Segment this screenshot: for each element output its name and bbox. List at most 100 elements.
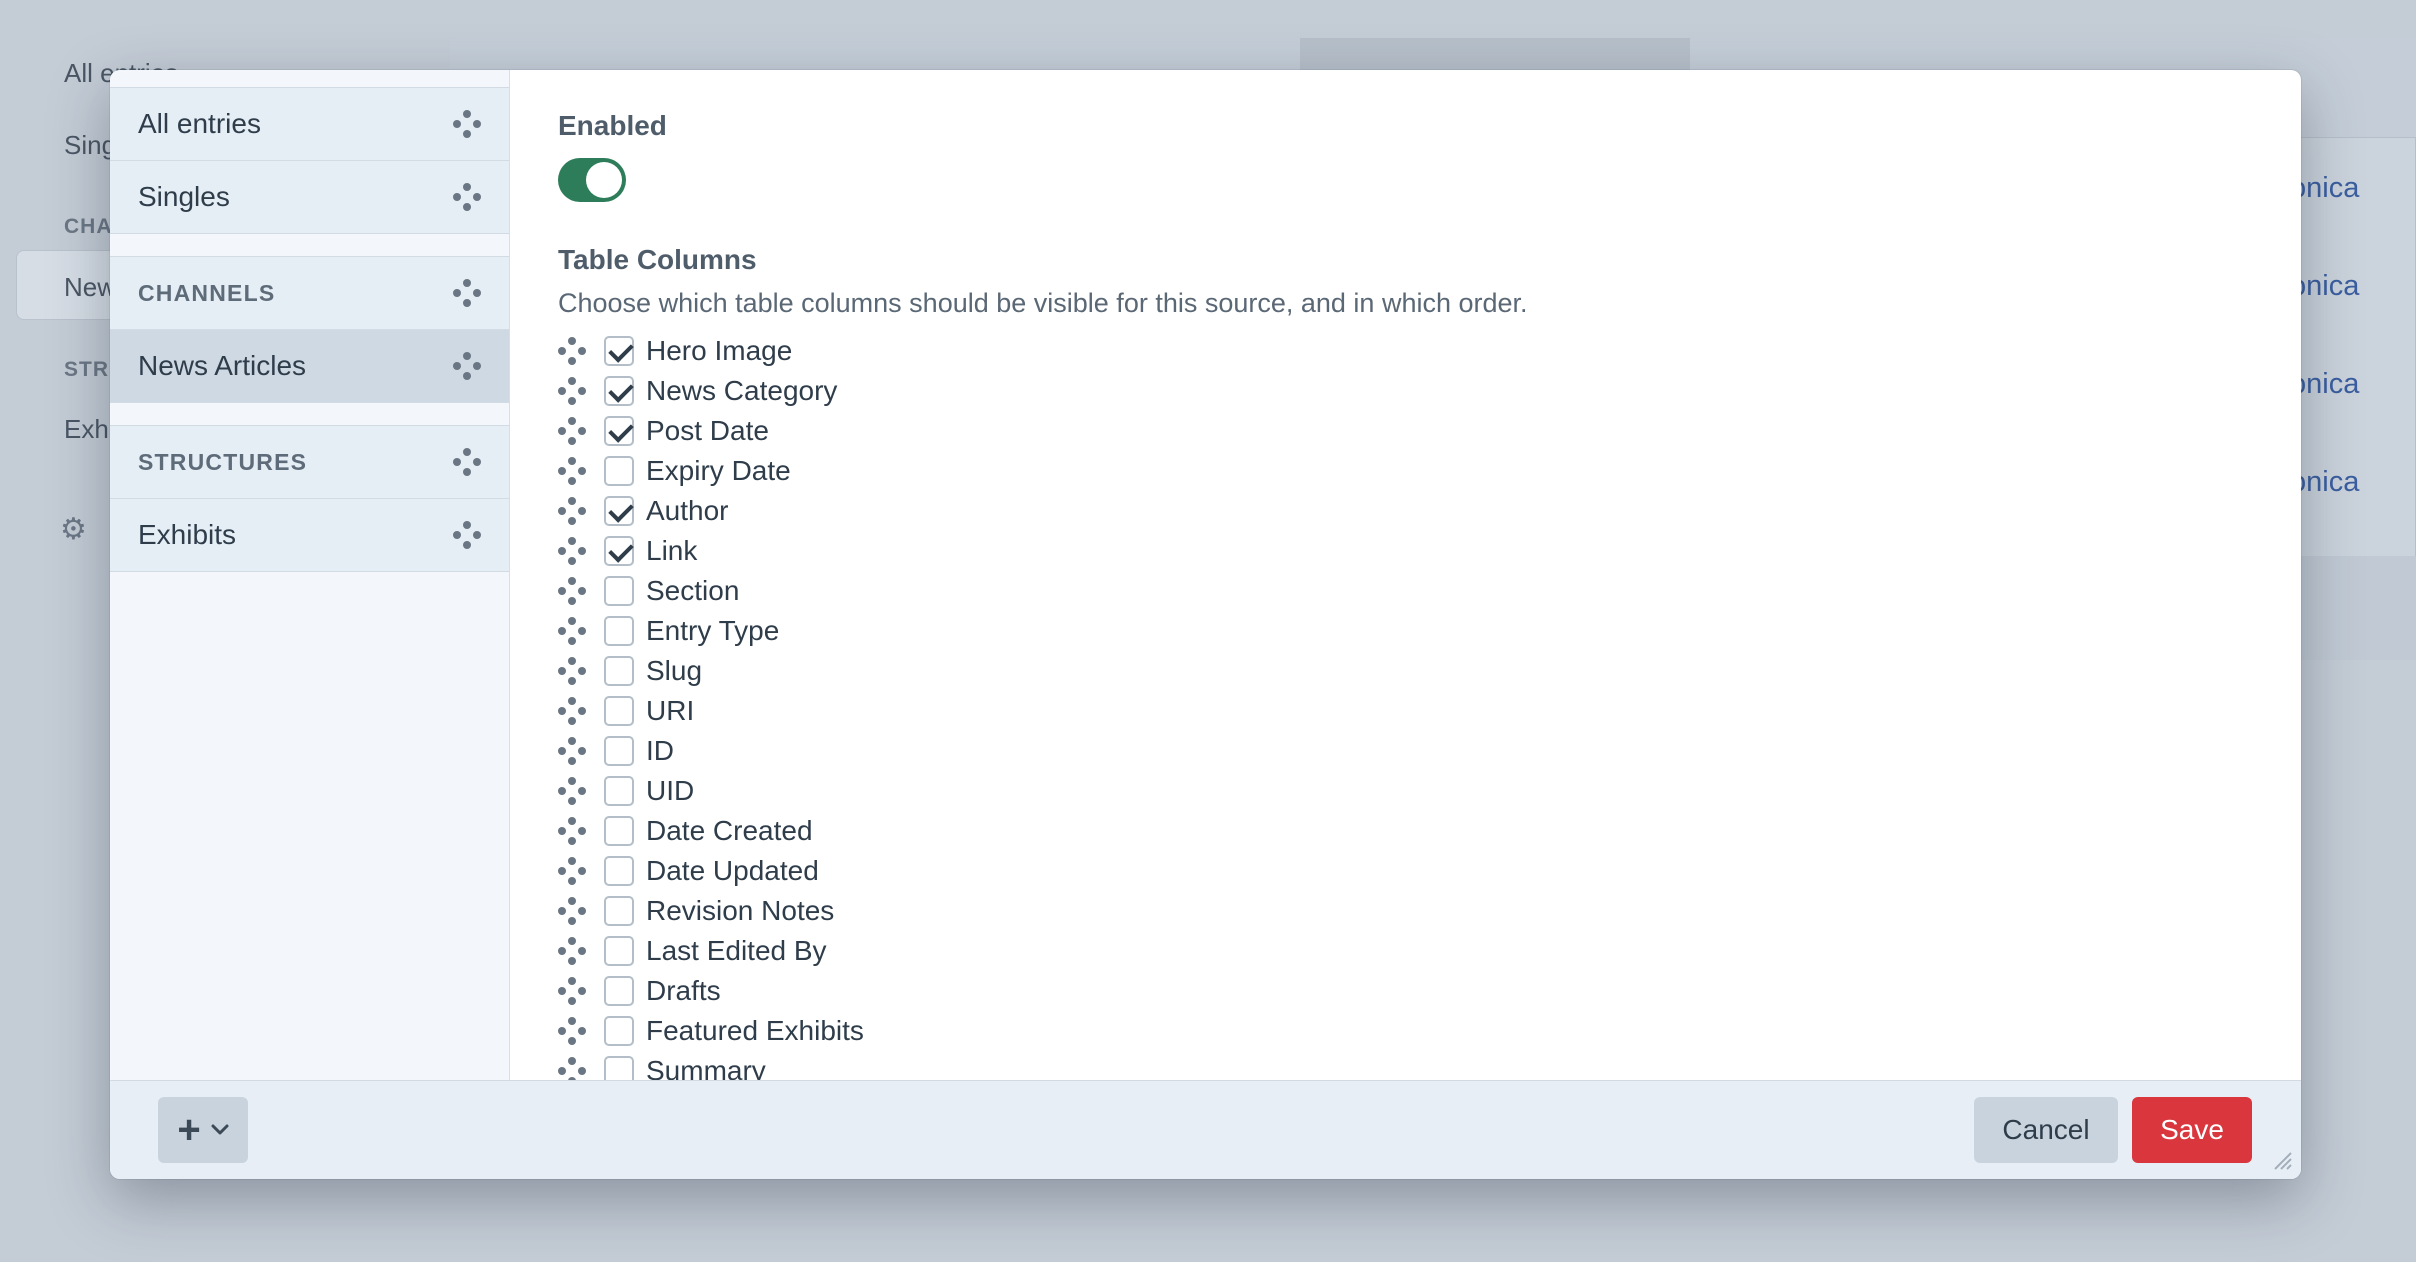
table-column-row: URI [558,691,2301,731]
table-column-row: Section [558,571,2301,611]
table-column-row: Revision Notes [558,891,2301,931]
cancel-button[interactable]: Cancel [1974,1097,2118,1163]
column-name: Section [646,575,740,606]
column-checkbox[interactable] [604,496,634,526]
drag-handle-icon[interactable] [558,377,586,405]
column-name: Date Updated [646,855,819,886]
column-checkbox[interactable] [604,1016,634,1046]
save-button[interactable]: Save [2132,1097,2252,1163]
drag-handle-icon[interactable] [558,897,586,925]
resize-handle[interactable] [2269,1147,2293,1171]
drag-handle-icon[interactable] [558,977,586,1005]
table-column-row: Last Edited By [558,931,2301,971]
table-column-row: Expiry Date [558,451,2301,491]
column-name: Drafts [646,975,721,1006]
source-item[interactable]: Singles [110,160,509,234]
column-checkbox[interactable] [604,576,634,606]
column-checkbox[interactable] [604,776,634,806]
drag-handle-icon[interactable] [453,521,481,549]
table-column-row: Summary [558,1051,2301,1080]
drag-handle-icon[interactable] [558,817,586,845]
add-source-menu-button[interactable]: + [158,1097,248,1163]
table-column-row: ID [558,731,2301,771]
table-column-row: News Category [558,371,2301,411]
table-column-row: Author [558,491,2301,531]
drag-handle-icon[interactable] [558,697,586,725]
column-checkbox[interactable] [604,656,634,686]
column-checkbox[interactable] [604,696,634,726]
plus-icon: + [177,1108,201,1152]
column-checkbox[interactable] [604,416,634,446]
drag-handle-icon[interactable] [558,937,586,965]
column-name: Slug [646,655,703,686]
source-heading-label: STRUCTURES [138,448,308,475]
drag-handle-icon[interactable] [558,497,586,525]
column-checkbox[interactable] [604,736,634,766]
table-column-row: Drafts [558,971,2301,1011]
column-name: ID [646,735,674,766]
column-checkbox[interactable] [604,376,634,406]
table-columns-list: Hero Image News Category Post Date Expiry D… [558,331,2301,1080]
drag-handle-icon[interactable] [453,448,481,476]
column-checkbox[interactable] [604,976,634,1006]
column-checkbox[interactable] [604,816,634,846]
drag-handle-icon[interactable] [558,777,586,805]
drag-handle-icon[interactable] [453,183,481,211]
enabled-toggle[interactable] [558,158,626,202]
drag-handle-icon[interactable] [558,1017,586,1045]
chevron-down-icon [211,1119,229,1142]
source-heading: CHANNELS [110,256,509,330]
sources-list: All entries Singles CHANNELS News Articles S… [110,87,509,572]
source-item-label: Exhibits [138,519,237,550]
source-heading-label: CHANNELS [138,279,276,306]
source-heading: STRUCTURES [110,425,509,499]
column-checkbox[interactable] [604,936,634,966]
source-item-label: News Articles [138,350,307,381]
bg-sidebar-item: Exhi [64,414,115,444]
drag-handle-icon[interactable] [453,279,481,307]
column-checkbox[interactable] [604,1056,634,1080]
drag-handle-icon[interactable] [558,457,586,485]
drag-handle-icon[interactable] [558,1057,586,1080]
column-name: Author [646,495,729,526]
table-column-row: Entry Type [558,611,2301,651]
drag-handle-icon[interactable] [558,617,586,645]
drag-handle-icon[interactable] [558,337,586,365]
column-name: UID [646,775,695,806]
modal-footer: + Cancel Save [110,1080,2301,1179]
sources-gap [110,403,509,425]
drag-handle-icon[interactable] [558,417,586,445]
bg-sidebar-item: New [64,272,117,302]
table-column-row: Date Created [558,811,2301,851]
drag-handle-icon[interactable] [558,737,586,765]
source-item[interactable]: All entries [110,87,509,161]
drag-handle-icon[interactable] [453,110,481,138]
drag-handle-icon[interactable] [558,857,586,885]
column-name: URI [646,695,695,726]
column-name: Link [646,535,698,566]
sources-sidebar: All entries Singles CHANNELS News Articles S… [110,70,510,1080]
drag-handle-icon[interactable] [558,577,586,605]
column-checkbox[interactable] [604,336,634,366]
bg-sidebar-heading: CHA [64,215,113,238]
drag-handle-icon[interactable] [558,657,586,685]
column-checkbox[interactable] [604,456,634,486]
column-checkbox[interactable] [604,616,634,646]
drag-handle-icon[interactable] [558,537,586,565]
column-name: Last Edited By [646,935,827,966]
drag-handle-icon[interactable] [453,352,481,380]
column-checkbox[interactable] [604,856,634,886]
column-checkbox[interactable] [604,536,634,566]
column-name: Featured Exhibits [646,1015,864,1046]
sources-gap [110,234,509,256]
table-columns-instructions: Choose which table columns should be vis… [558,288,1528,318]
table-column-row: Link [558,531,2301,571]
source-settings: Enabled Table Columns Choose which table… [510,70,2301,1080]
column-name: Date Created [646,815,813,846]
customize-sources-modal: All entries Singles CHANNELS News Articles S… [110,70,2301,1179]
table-columns-heading: Table Columns [558,244,757,275]
source-item-label: Singles [138,181,230,212]
source-item[interactable]: Exhibits [110,498,509,572]
source-item[interactable]: News Articles [110,329,509,403]
column-checkbox[interactable] [604,896,634,926]
